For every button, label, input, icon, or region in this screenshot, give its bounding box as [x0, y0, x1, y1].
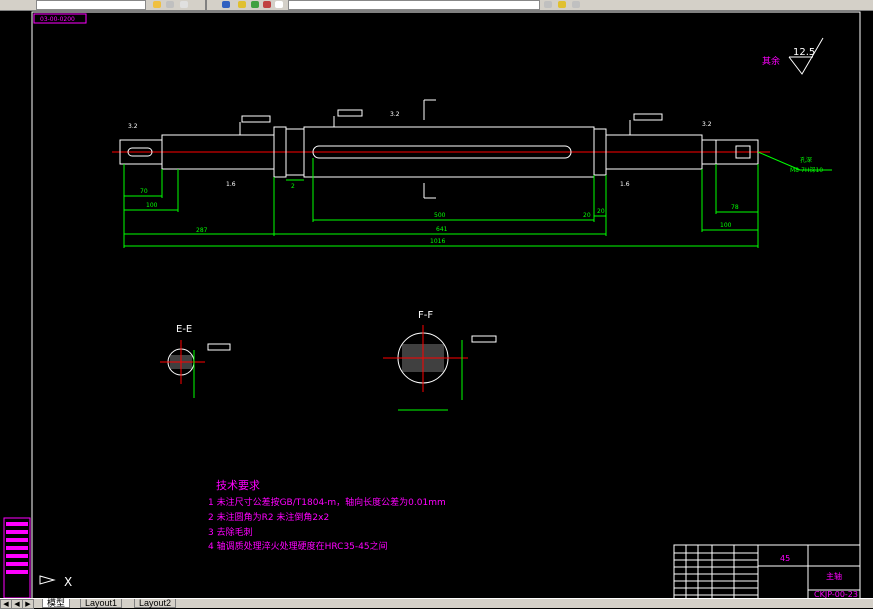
rough-3-2-b: 3.2	[390, 111, 400, 118]
roughness-note: 其余	[762, 55, 780, 67]
color-swatch-icon[interactable]	[275, 1, 283, 8]
section-markers	[423, 99, 436, 199]
tab-next-icon[interactable]: ▶	[22, 599, 34, 609]
title-material: 45	[780, 554, 790, 563]
rough-3-2-a: 3.2	[128, 123, 138, 130]
layer-state-icon[interactable]	[153, 1, 161, 8]
ucs-axis-x: X	[64, 575, 72, 589]
make-current-icon[interactable]	[558, 1, 566, 8]
dim-20: 20	[583, 212, 591, 219]
left-side-toolbar	[3, 517, 31, 598]
dim-20b: 20	[597, 208, 605, 215]
rough-1-6-a: 1.6	[226, 181, 236, 188]
section-e-label: E-E	[176, 324, 192, 335]
dimension-lines	[123, 151, 832, 248]
tech-title: 技术要求	[216, 479, 260, 492]
dim-287: 287	[196, 227, 208, 234]
dim-2: 2	[291, 183, 295, 190]
title-number: CKJP-00-23	[814, 590, 858, 598]
dimension-text: 70 100 2 500 20 20 287 641 1016 78 100	[140, 183, 739, 245]
layer-settings-icon[interactable]	[166, 1, 174, 8]
tech-item-1: 1 未注尺寸公差按GB/T1804-m，轴向长度公差为0.01mm	[208, 496, 446, 508]
properties-icon[interactable]	[222, 1, 230, 8]
ucs-arrow-icon	[39, 575, 56, 585]
drawing-canvas[interactable]: 03-00-0200 其余 12.5 70 100 2 500 20 20 28…	[0, 10, 873, 598]
layer-combo[interactable]	[36, 0, 146, 10]
layer-previous-icon[interactable]	[572, 1, 580, 8]
rough-1-6-b: 1.6	[620, 181, 630, 188]
title-name: 主轴	[826, 571, 842, 581]
tech-item-3: 3 去除毛刺	[208, 526, 253, 538]
thread-note: M8-7H深10	[790, 166, 823, 174]
frame-tag: 03-00-0200	[40, 16, 75, 23]
layer-prev-icon[interactable]	[180, 1, 188, 8]
roughness-marks: 3.2 3.2 3.2 1.6 1.6	[128, 111, 712, 188]
dim-500: 500	[434, 212, 446, 219]
lock-icon[interactable]	[263, 1, 271, 8]
dim-78: 78	[731, 204, 739, 211]
tech-item-2: 2 未注圆角为R2 未注倒角2x2	[208, 511, 329, 523]
bulb-icon[interactable]	[238, 1, 246, 8]
section-f-label: F-F	[418, 310, 433, 321]
sun-icon[interactable]	[251, 1, 259, 8]
dim-100: 100	[146, 202, 158, 209]
dim-100r: 100	[720, 222, 732, 229]
dropdown-arrow-icon[interactable]	[544, 1, 552, 8]
rough-3-2-c: 3.2	[702, 121, 712, 128]
dim-1016: 1016	[430, 238, 445, 245]
tech-item-4: 4 轴调质处理淬火处理硬度在HRC35-45之间	[208, 540, 388, 552]
thread-note2: 孔深	[800, 156, 812, 164]
section-f-tol-frame	[471, 335, 497, 343]
dim-70: 70	[140, 188, 148, 195]
section-e-tol-frame	[207, 343, 231, 351]
tolerance-frames	[239, 109, 663, 135]
drawing-frame	[31, 11, 861, 598]
layer-name-combo[interactable]	[288, 0, 540, 10]
dim-641: 641	[436, 226, 448, 233]
